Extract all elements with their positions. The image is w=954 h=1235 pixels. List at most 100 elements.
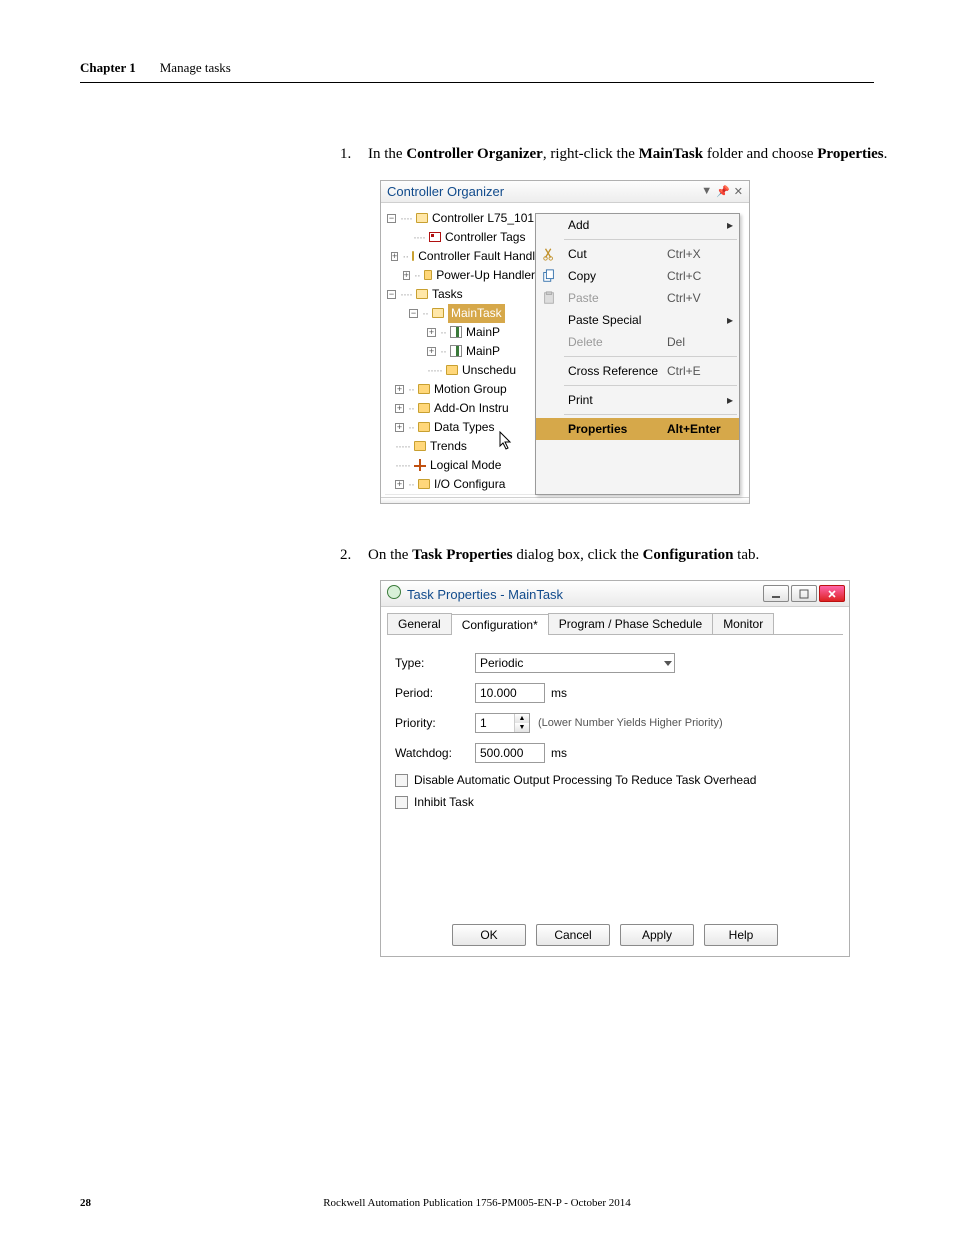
expand-icon[interactable]: + — [395, 480, 404, 489]
tree-item[interactable]: Add-On Instru — [434, 399, 509, 418]
menu-item-paste-special[interactable]: Paste Special▸ — [536, 309, 739, 331]
menu-item-print[interactable]: Print▸ — [536, 389, 739, 411]
expand-icon[interactable]: + — [395, 404, 404, 413]
tree-view[interactable]: −····Controller L75_101 ····Controller T… — [385, 209, 535, 495]
priority-stepper[interactable]: 1 ▲▼ — [475, 713, 530, 733]
chevron-down-icon — [664, 661, 672, 666]
expand-icon[interactable]: + — [427, 347, 436, 356]
tab-configuration[interactable]: Configuration* — [451, 614, 549, 635]
tree-item[interactable]: Tasks — [432, 285, 463, 304]
stepper-down-icon[interactable]: ▼ — [515, 723, 529, 732]
copy-icon — [542, 269, 556, 283]
tree-item[interactable]: Power-Up Handler — [436, 266, 535, 285]
menu-separator — [564, 239, 737, 240]
panel-title: Controller Organizer — [387, 184, 504, 199]
text: dialog box, click the — [513, 547, 643, 563]
priority-label: Priority: — [395, 716, 475, 730]
disable-output-label: Disable Automatic Output Processing To R… — [414, 773, 756, 787]
close-button[interactable] — [819, 585, 845, 602]
inhibit-task-checkbox[interactable] — [395, 796, 408, 809]
expand-icon[interactable]: + — [395, 423, 404, 432]
tree-item[interactable]: MainP — [466, 342, 500, 361]
menu-item-properties[interactable]: PropertiesAlt+Enter — [536, 418, 739, 440]
folder-icon — [432, 308, 444, 318]
tree-item[interactable]: Controller L75_101 — [432, 209, 534, 228]
apply-button[interactable]: Apply — [620, 924, 694, 946]
disable-output-checkbox[interactable] — [395, 774, 408, 787]
tree-item[interactable]: Motion Group — [434, 380, 507, 399]
menu-item-cut[interactable]: CutCtrl+X — [536, 243, 739, 265]
section-label: Manage tasks — [160, 60, 231, 76]
period-field[interactable]: 10.000 — [475, 683, 545, 703]
text: On the — [368, 547, 412, 563]
watchdog-field[interactable]: 500.000 — [475, 743, 545, 763]
inhibit-task-label: Inhibit Task — [414, 795, 474, 809]
collapse-icon[interactable]: − — [387, 214, 396, 223]
folder-icon — [412, 251, 414, 261]
ok-button[interactable]: OK — [452, 924, 526, 946]
tree-item[interactable]: Trends — [430, 437, 467, 456]
menu-item-paste: PasteCtrl+V — [536, 287, 739, 309]
period-value: 10.000 — [480, 686, 517, 700]
folder-icon — [446, 365, 458, 375]
minimize-button[interactable] — [763, 585, 789, 602]
folder-icon — [418, 403, 430, 413]
expand-icon[interactable]: + — [403, 271, 410, 280]
expand-icon[interactable]: + — [395, 385, 404, 394]
tags-icon — [429, 232, 441, 242]
tab-schedule[interactable]: Program / Phase Schedule — [548, 613, 713, 634]
tab-monitor[interactable]: Monitor — [712, 613, 774, 634]
period-unit: ms — [551, 686, 567, 700]
cut-icon — [542, 247, 556, 261]
help-button[interactable]: Help — [704, 924, 778, 946]
maximize-button[interactable] — [791, 585, 817, 602]
folder-icon — [416, 213, 428, 223]
folder-icon — [416, 289, 428, 299]
folder-icon — [424, 270, 432, 280]
chapter-label: Chapter 1 — [80, 60, 136, 76]
task-properties-dialog: Task Properties - MainTask General Confi… — [380, 580, 850, 957]
program-icon — [450, 326, 462, 338]
paste-icon — [542, 291, 556, 305]
tree-item[interactable]: MainP — [466, 323, 500, 342]
menu-item-delete: DeleteDel — [536, 331, 739, 353]
menu-separator — [564, 385, 737, 386]
tree-item[interactable]: Data Types — [434, 418, 494, 437]
menu-separator — [564, 414, 737, 415]
logical-model-icon — [414, 459, 426, 471]
expand-icon[interactable]: + — [427, 328, 436, 337]
step-number: 1. — [340, 143, 354, 166]
menu-item-copy[interactable]: CopyCtrl+C — [536, 265, 739, 287]
tree-item[interactable]: Controller Fault Handler — [418, 247, 545, 266]
expand-icon[interactable]: + — [391, 252, 398, 261]
tab-general[interactable]: General — [387, 613, 452, 634]
priority-hint: (Lower Number Yields Higher Priority) — [538, 717, 723, 729]
folder-icon — [418, 422, 430, 432]
tree-item[interactable]: Controller Tags — [445, 228, 525, 247]
folder-icon — [418, 479, 430, 489]
step-1: 1. In the Controller Organizer, right-cl… — [340, 143, 900, 166]
cancel-button[interactable]: Cancel — [536, 924, 610, 946]
text: folder and choose — [703, 146, 817, 162]
stepper-up-icon[interactable]: ▲ — [515, 714, 529, 723]
dropdown-icon[interactable]: ▼ — [701, 185, 712, 197]
collapse-icon[interactable]: − — [409, 309, 418, 318]
text: tab. — [733, 547, 759, 563]
program-icon — [450, 345, 462, 357]
step-2: 2. On the Task Properties dialog box, cl… — [340, 544, 900, 567]
menu-item-cross-reference[interactable]: Cross ReferenceCtrl+E — [536, 360, 739, 382]
text-bold: MainTask — [639, 146, 703, 162]
collapse-icon[interactable]: − — [387, 290, 396, 299]
close-icon[interactable]: ✕ — [734, 185, 743, 198]
watchdog-unit: ms — [551, 746, 567, 760]
type-dropdown[interactable]: Periodic — [475, 653, 675, 673]
tree-item[interactable]: Unschedu — [462, 361, 516, 380]
text: In the — [368, 146, 406, 162]
text-bold: Controller Organizer — [406, 146, 543, 162]
pin-icon[interactable]: 📌 — [716, 185, 730, 198]
menu-item-add[interactable]: Add▸ — [536, 214, 739, 236]
tree-item[interactable]: Logical Mode — [430, 456, 501, 475]
tree-item-selected[interactable]: MainTask — [448, 304, 505, 323]
tree-item[interactable]: I/O Configura — [434, 475, 505, 494]
text-bold: Properties — [817, 146, 883, 162]
